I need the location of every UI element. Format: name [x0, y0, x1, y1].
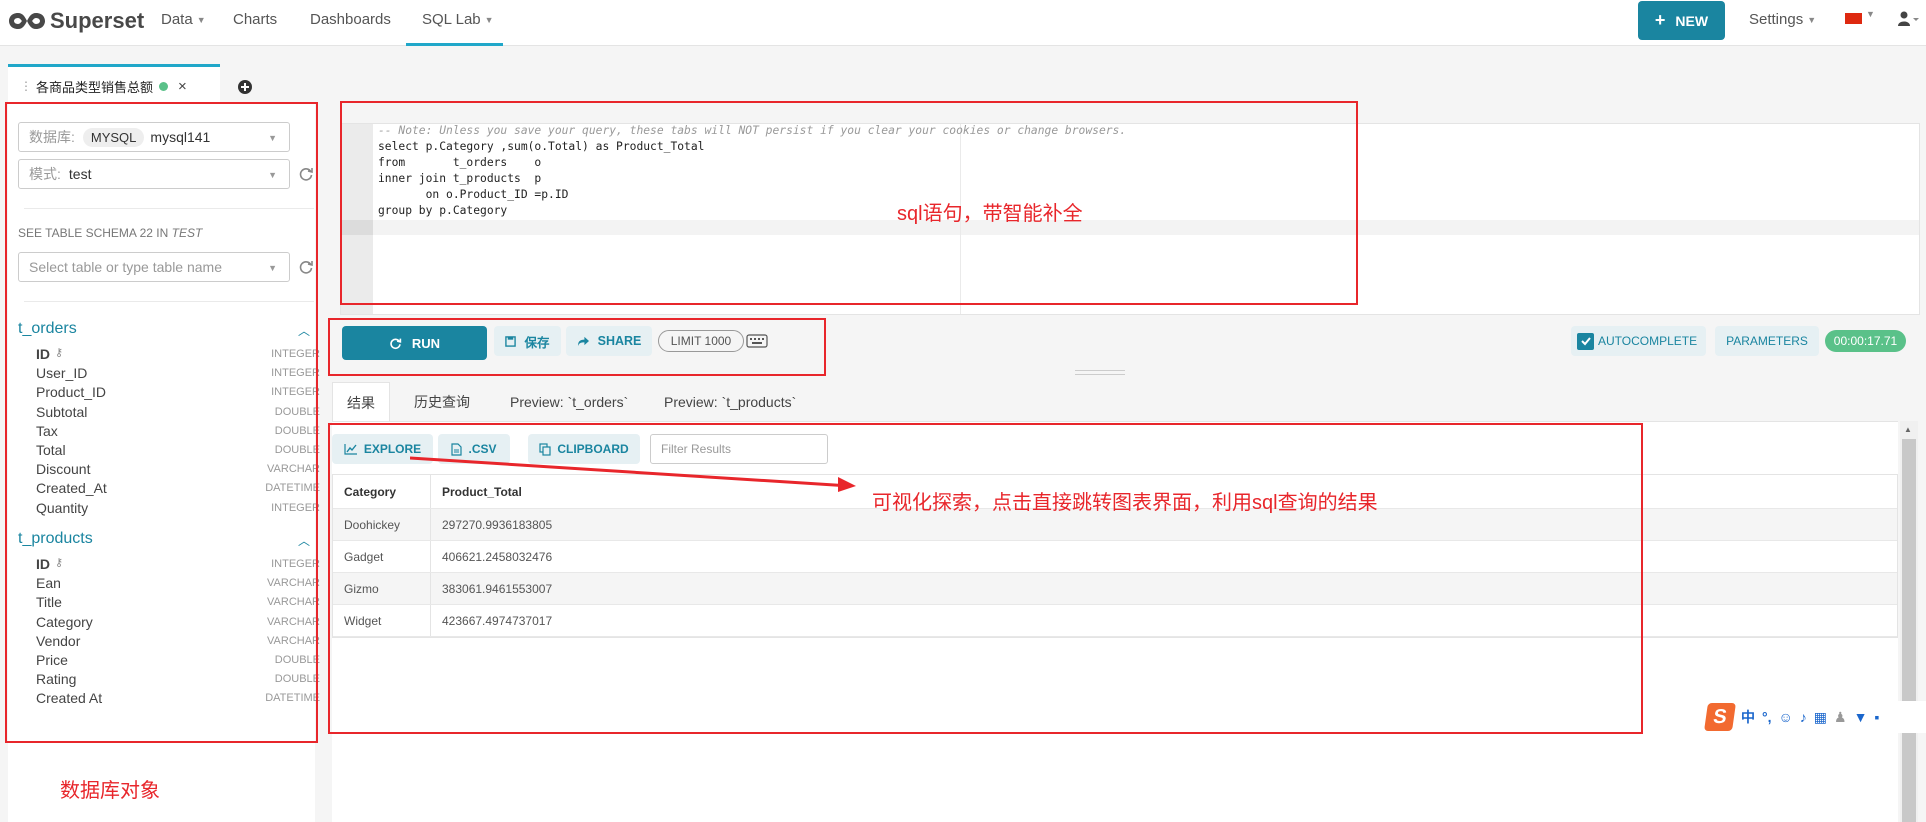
top-navbar: Superset Data ▼ Charts Dashboards SQL Lab…: [0, 0, 1926, 46]
tab-results[interactable]: 结果: [332, 382, 390, 422]
microphone-icon[interactable]: ♪: [1800, 709, 1807, 725]
emoji-icon[interactable]: ☺: [1779, 709, 1793, 725]
tab-query-history-label: 历史查询: [414, 394, 470, 410]
nav-charts-label: Charts: [233, 11, 278, 28]
results-scrollbar[interactable]: ▲: [1900, 421, 1918, 822]
caret-down-icon: ▼: [196, 15, 206, 26]
nav-data-label: Data: [161, 11, 193, 28]
autocomplete-label: AUTOCOMPLETE: [1598, 334, 1698, 348]
annotation-box-db-objects: [5, 102, 318, 743]
tab-query-history[interactable]: 历史查询: [400, 382, 484, 422]
nav-sql-lab[interactable]: SQL Lab ▼: [406, 0, 503, 46]
caret-down-icon: ▼: [484, 15, 494, 26]
timer-label: 00:00:17.71: [1833, 334, 1898, 348]
annotation-explore: 可视化探索，点击直接跳转图表界面，利用sql查询的结果: [872, 492, 1378, 514]
skin-icon[interactable]: ▼: [1854, 709, 1868, 725]
user-icon[interactable]: ♟: [1834, 709, 1847, 726]
results-tabs: 结果 历史查询 Preview: `t_orders` Preview: `t_…: [332, 382, 1926, 422]
nav-sql-lab-label: SQL Lab: [422, 11, 481, 28]
caret-down-icon: ▼: [1866, 9, 1875, 19]
nav-charts[interactable]: Charts: [233, 0, 277, 46]
language-flag-icon[interactable]: [1845, 13, 1862, 24]
annotation-box-toolbar: [328, 318, 826, 376]
scrollbar-thumb[interactable]: [1902, 439, 1916, 822]
user-icon[interactable]: [1898, 10, 1920, 28]
ime-mode-label[interactable]: 中: [1741, 707, 1755, 727]
new-button-label: NEW: [1675, 12, 1709, 29]
query-tab-title: 各商品类型销售总额: [36, 79, 154, 95]
tab-results-label: 结果: [347, 395, 375, 411]
superset-logo-icon: [9, 13, 45, 29]
punctuation-icon[interactable]: °,: [1762, 709, 1772, 725]
superset-logo[interactable]: Superset: [8, 6, 144, 36]
nav-dashboards-label: Dashboards: [310, 11, 391, 28]
annotation-arrow: [410, 456, 856, 492]
caret-down-icon: ▼: [1807, 15, 1817, 26]
nav-data[interactable]: Data ▼: [161, 0, 206, 46]
close-icon[interactable]: ×: [178, 78, 187, 95]
nav-dashboards[interactable]: Dashboards: [310, 0, 391, 46]
autocomplete-toggle[interactable]: AUTOCOMPLETE: [1571, 326, 1706, 356]
annotation-db-objects: 数据库对象: [60, 780, 160, 802]
resize-handle[interactable]: [1075, 370, 1125, 375]
query-tab[interactable]: ⋮ 各商品类型销售总额 ×: [8, 64, 220, 105]
new-button[interactable]: + NEW: [1638, 1, 1725, 40]
drag-handle-icon[interactable]: ⋮: [20, 79, 32, 93]
settings-menu[interactable]: Settings ▼: [1749, 0, 1816, 46]
tab-preview-t-products-label: Preview: `t_products`: [664, 394, 797, 410]
brand-name: Superset: [50, 8, 145, 33]
query-status-icon: [159, 81, 169, 91]
plus-icon: +: [1654, 10, 1666, 30]
annotation-sql: sql语句，带智能补全: [897, 203, 1083, 225]
checkbox-checked-icon: [1577, 332, 1594, 350]
tab-preview-t-products[interactable]: Preview: `t_products`: [650, 382, 810, 422]
parameters-label: PARAMETERS: [1726, 334, 1808, 348]
toolbox-icon[interactable]: ▪: [1874, 709, 1879, 725]
keyboard-icon[interactable]: ▦: [1814, 709, 1827, 726]
ime-toolbar: S 中 °, ☺ ♪ ▦ ♟ ▼ ▪: [1704, 701, 1926, 733]
parameters-button[interactable]: PARAMETERS: [1715, 326, 1819, 356]
tab-preview-t-orders-label: Preview: `t_orders`: [510, 394, 629, 410]
tab-preview-t-orders[interactable]: Preview: `t_orders`: [496, 382, 642, 422]
add-tab-icon[interactable]: [236, 78, 254, 96]
annotation-box-sql: [340, 101, 1358, 305]
query-timer: 00:00:17.71: [1825, 330, 1906, 352]
scroll-up-icon[interactable]: ▲: [1904, 425, 1912, 434]
settings-label: Settings: [1749, 11, 1804, 28]
sogou-logo-icon[interactable]: S: [1704, 703, 1736, 731]
